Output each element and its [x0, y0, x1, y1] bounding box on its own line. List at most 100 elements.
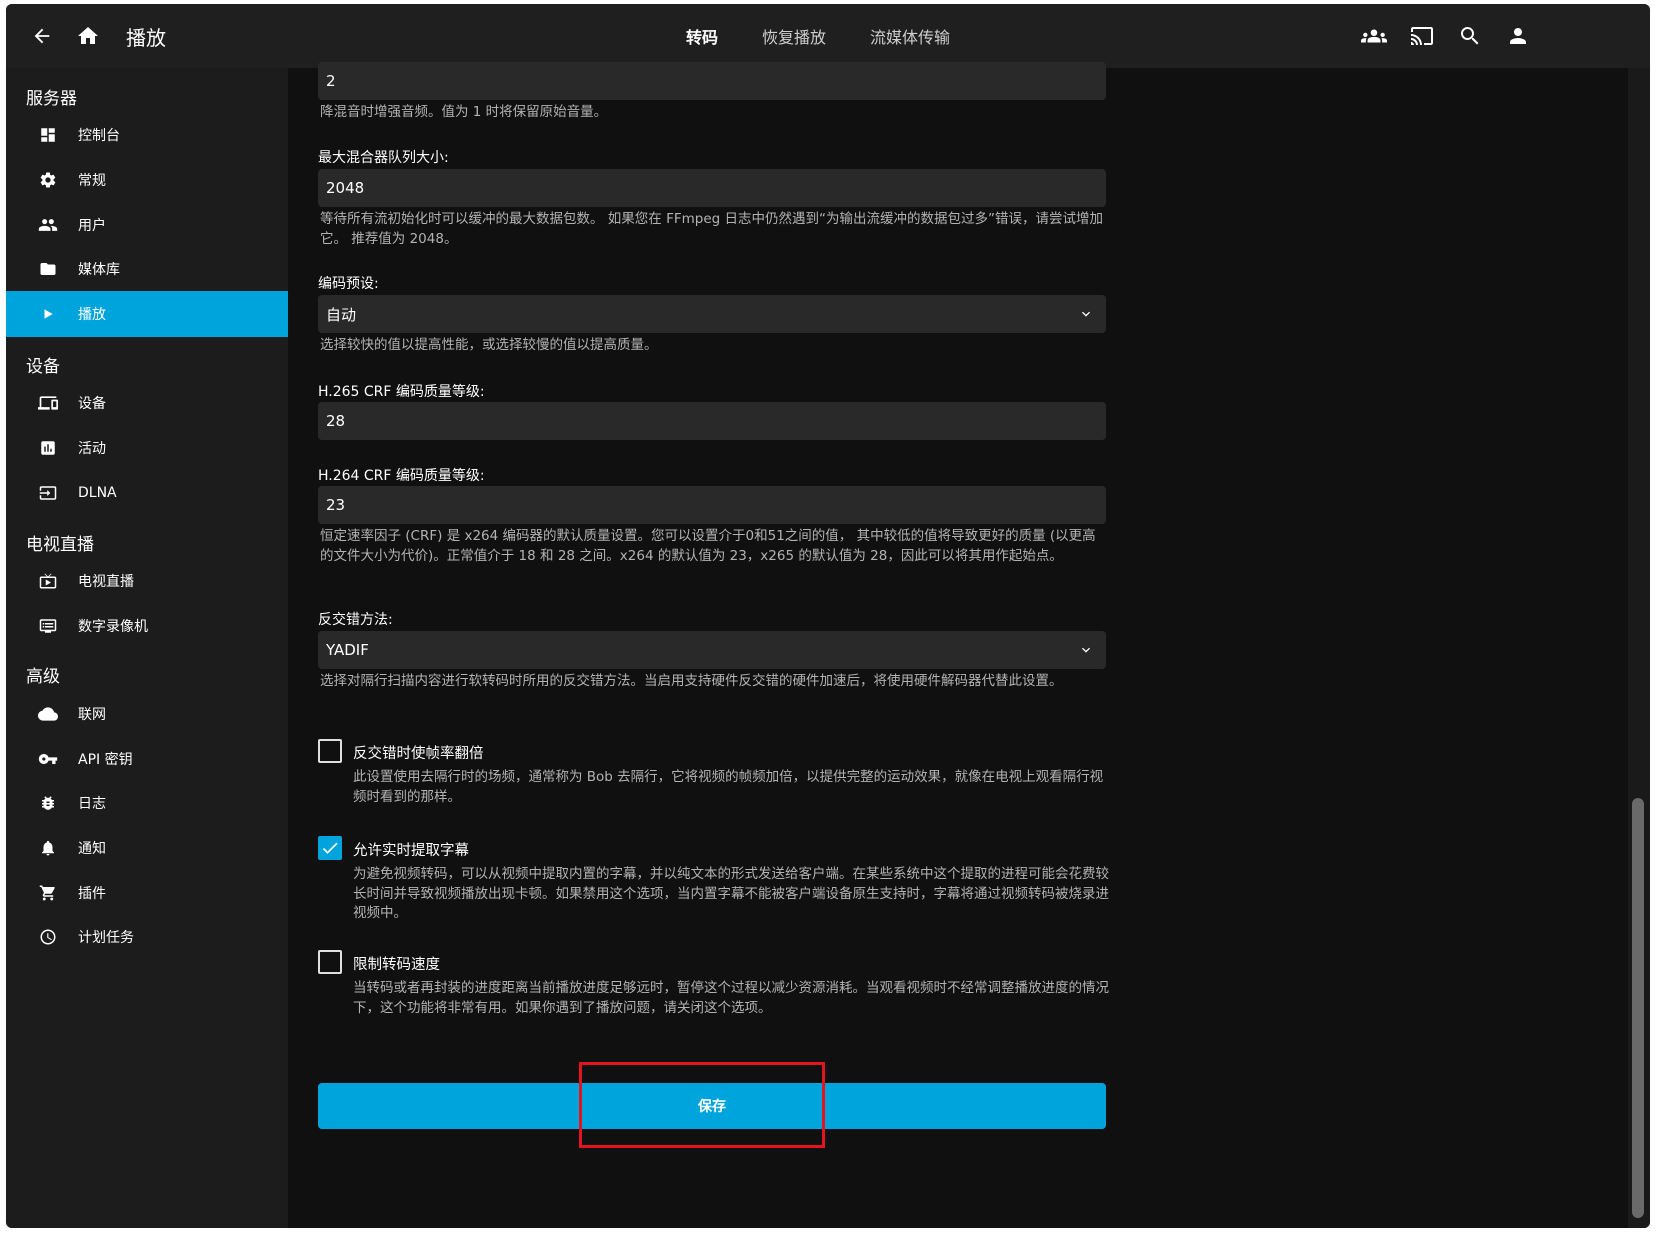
tab-streaming[interactable]: 流媒体传输: [870, 24, 950, 48]
encoding-preset-label: 编码预设:: [318, 276, 379, 292]
h264-crf-label: H.264 CRF 编码质量等级:: [318, 468, 485, 484]
sidebar-item-label: 插件: [78, 886, 106, 902]
home-icon: [76, 24, 100, 48]
bell-icon: [38, 838, 58, 858]
folder-icon: [38, 259, 58, 279]
sidebar-item-libraries[interactable]: 媒体库: [6, 246, 288, 292]
dvr-icon: [38, 616, 58, 636]
sidebar-item-scheduled-tasks[interactable]: 计划任务: [6, 914, 288, 960]
max-muxing-input[interactable]: 2048: [318, 169, 1106, 207]
users-icon: [1361, 23, 1387, 49]
deinterlace-help: 选择对隔行扫描内容进行软转码时所用的反交错方法。当启用支持硬件反交错的硬件加速后…: [320, 673, 1063, 689]
double-rate-checkbox[interactable]: [318, 739, 342, 763]
sidebar-item-logs[interactable]: 日志: [6, 780, 288, 826]
back-button[interactable]: [26, 20, 58, 52]
max-muxing-label: 最大混合器队列大小:: [318, 150, 449, 166]
sidebar-item-label: 联网: [78, 707, 106, 723]
double-rate-help: 此设置使用去隔行时的场频，通常称为 Bob 去隔行，它将视频的帧频加倍，以提供完…: [353, 769, 1104, 805]
sidebar-item-devices[interactable]: 设备: [6, 380, 288, 426]
clock-icon: [38, 927, 58, 947]
key-icon: [38, 749, 58, 769]
throttle-label: 限制转码速度: [353, 957, 440, 973]
h265-crf-label: H.265 CRF 编码质量等级:: [318, 384, 485, 400]
sidebar-item-networking[interactable]: 联网: [6, 691, 288, 737]
encoding-preset-select[interactable]: 自动: [318, 295, 1106, 333]
app-window: 播放 转码 恢复播放 流媒体传输 服务器 控制台 常规 用户 媒体库 播放 设备…: [6, 4, 1650, 1228]
sidebar-item-label: 活动: [78, 441, 106, 457]
tab-transcoding[interactable]: 转码: [686, 24, 718, 48]
sidebar-item-dvr[interactable]: 数字录像机: [6, 603, 288, 649]
sidebar-item-label: 数字录像机: [78, 619, 148, 635]
top-header: 播放 转码 恢复播放 流媒体传输: [6, 4, 1650, 68]
cart-icon: [38, 883, 58, 903]
sidebar-item-label: 电视直播: [78, 574, 134, 590]
sidebar-item-apikeys[interactable]: API 密钥: [6, 736, 288, 782]
section-title-server: 服务器: [26, 89, 77, 109]
sync-play-button[interactable]: [1358, 20, 1390, 52]
sidebar-item-label: 通知: [78, 841, 106, 857]
h264-crf-input[interactable]: 23: [318, 486, 1106, 524]
home-button[interactable]: [72, 20, 104, 52]
user-menu-button[interactable]: [1502, 20, 1534, 52]
scrollbar-thumb[interactable]: [1632, 798, 1644, 1218]
sidebar-item-livetv[interactable]: 电视直播: [6, 558, 288, 604]
chevron-down-icon: [1078, 642, 1094, 658]
sidebar-item-plugins[interactable]: 插件: [6, 870, 288, 916]
section-title-advanced: 高级: [26, 667, 60, 687]
max-muxing-help: 等待所有流初始化时可以缓冲的最大数据包数。 如果您在 FFmpeg 日志中仍然遇…: [320, 211, 1103, 247]
cast-button[interactable]: [1406, 20, 1438, 52]
sidebar-item-dlna[interactable]: DLNA: [6, 470, 288, 516]
activity-icon: [38, 438, 58, 458]
sidebar-item-dashboard[interactable]: 控制台: [6, 112, 288, 158]
cloud-icon: [38, 704, 58, 724]
sidebar-item-label: 媒体库: [78, 262, 120, 278]
sidebar-item-notifications[interactable]: 通知: [6, 825, 288, 871]
max-muxing-value: 2048: [326, 179, 365, 197]
throttle-checkbox[interactable]: [318, 950, 342, 974]
search-button[interactable]: [1454, 20, 1486, 52]
sidebar-item-label: 计划任务: [78, 930, 134, 946]
downmix-boost-help: 降混音时增强音频。值为 1 时将保留原始音量。: [320, 104, 608, 120]
subtitle-extraction-checkbox[interactable]: [318, 836, 342, 860]
dashboard-icon: [38, 125, 58, 145]
tab-resume[interactable]: 恢复播放: [762, 24, 826, 48]
bug-icon: [38, 793, 58, 813]
deinterlace-value: YADIF: [326, 641, 369, 659]
search-icon: [1458, 24, 1482, 48]
play-icon: [38, 304, 58, 324]
highlight-annotation-box: [579, 1062, 825, 1148]
page-title: 播放: [126, 26, 166, 50]
cast-icon: [1410, 24, 1434, 48]
h265-crf-value: 28: [326, 412, 346, 430]
downmix-boost-input[interactable]: 2: [318, 62, 1106, 100]
section-title-livetv: 电视直播: [26, 535, 94, 555]
sidebar-item-general[interactable]: 常规: [6, 157, 288, 203]
check-icon: [320, 838, 340, 858]
sidebar-item-label: 常规: [78, 173, 106, 189]
sidebar-item-label: DLNA: [78, 485, 117, 501]
deinterlace-select[interactable]: YADIF: [318, 631, 1106, 669]
sidebar-item-activity[interactable]: 活动: [6, 425, 288, 471]
h265-crf-input[interactable]: 28: [318, 402, 1106, 440]
input-icon: [38, 483, 58, 503]
sidebar-item-label: 日志: [78, 796, 106, 812]
encoding-preset-help: 选择较快的值以提高性能，或选择较慢的值以提高质量。: [320, 337, 658, 353]
sidebar-item-playback[interactable]: 播放: [6, 291, 288, 337]
sidebar-item-label: 设备: [78, 396, 106, 412]
user-icon: [1506, 24, 1530, 48]
sidebar-item-label: 控制台: [78, 128, 120, 144]
sidebar-item-label: 播放: [78, 307, 106, 323]
settings-form: 2 降混音时增强音频。值为 1 时将保留原始音量。 最大混合器队列大小: 204…: [288, 62, 1628, 1228]
sidebar-item-users[interactable]: 用户: [6, 202, 288, 248]
section-title-devices: 设备: [26, 357, 60, 377]
subtitle-extraction-help: 为避免视频转码，可以从视频中提取内置的字幕，并以纯文本的形式发送给客户端。在某些…: [353, 866, 1109, 921]
devices-icon: [38, 393, 58, 413]
encoding-preset-value: 自动: [326, 305, 357, 324]
downmix-boost-value: 2: [326, 72, 336, 90]
sidebar-item-label: API 密钥: [78, 752, 133, 768]
chevron-down-icon: [1078, 306, 1094, 322]
deinterlace-label: 反交错方法:: [318, 612, 393, 628]
gear-icon: [38, 170, 58, 190]
subtitle-extraction-label: 允许实时提取字幕: [353, 843, 469, 859]
sidebar-item-label: 用户: [78, 218, 106, 234]
